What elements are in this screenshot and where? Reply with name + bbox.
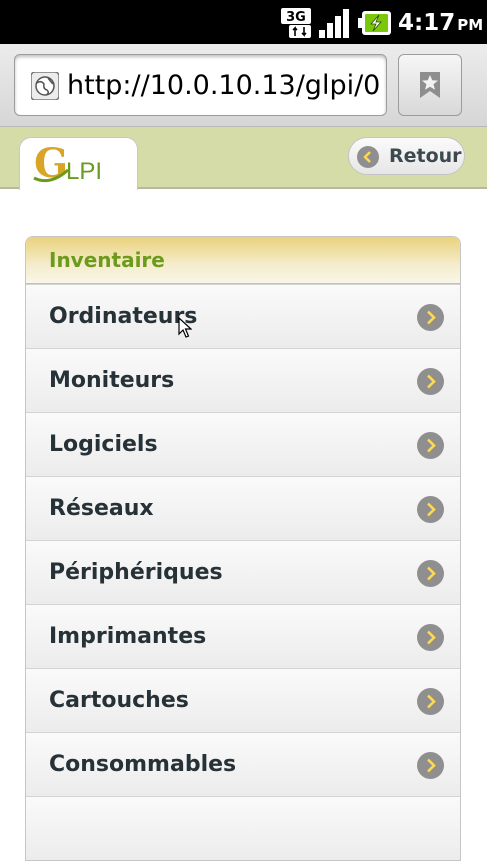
list-item-ordinateurs[interactable]: Ordinateurs [26,284,460,348]
list-item-label: Logiciels [49,432,158,457]
glpi-header: G LPI Retour [0,127,487,190]
url-field[interactable]: http://10.0.10.13/glpi/0.... [14,54,387,116]
list-item-logiciels[interactable]: Logiciels [26,412,460,476]
chevron-right-icon [417,688,444,715]
3g-data-icon: 3G [281,8,311,38]
chevron-right-icon [417,368,444,395]
inventory-list: Inventaire Ordinateurs Moniteurs Logicie… [25,236,461,861]
chevron-right-icon [417,560,444,587]
browser-toolbar: http://10.0.10.13/glpi/0.... [0,44,487,127]
clock: 4:17 PM [398,8,483,38]
section-title-inventaire: Inventaire [26,237,460,284]
list-item-reseaux[interactable]: Réseaux [26,476,460,540]
list-item-imprimantes[interactable]: Imprimantes [26,604,460,668]
list-item-label: Réseaux [49,496,154,521]
chevron-right-icon [417,624,444,651]
list-item-peripheriques[interactable]: Périphériques [26,540,460,604]
list-item-moniteurs[interactable]: Moniteurs [26,348,460,412]
list-item-label: Cartouches [49,688,189,713]
status-bar: 3G 4:17 PM [0,0,487,44]
list-item-cartouches[interactable]: Cartouches [26,668,460,732]
chevron-right-icon [417,304,444,331]
url-text: http://10.0.10.13/glpi/0.... [67,70,382,101]
back-label: Retour [389,145,462,167]
signal-strength-icon [319,9,349,38]
chevron-right-icon [417,752,444,779]
glpi-logo[interactable]: G LPI [19,137,138,190]
list-item-next[interactable] [26,796,460,860]
list-item-label: Imprimantes [49,624,207,649]
chevron-left-icon [357,146,379,168]
bookmark-star-icon [420,72,440,98]
list-item-consommables[interactable]: Consommables [26,732,460,796]
clock-ampm: PM [457,16,484,34]
battery-charging-icon [358,11,391,35]
globe-icon [31,72,59,100]
clock-time: 4:17 [398,10,456,36]
bookmark-button[interactable] [398,54,462,116]
chevron-right-icon [417,496,444,523]
list-item-label: Moniteurs [49,368,175,393]
mouse-pointer-icon [178,317,192,338]
list-item-label: Consommables [49,752,237,777]
list-item-label: Ordinateurs [49,304,198,329]
back-button[interactable]: Retour [348,137,465,175]
chevron-right-icon [417,432,444,459]
svg-text:3G: 3G [286,10,306,25]
list-item-label: Périphériques [49,560,223,585]
logo-text: LPI [66,158,103,185]
